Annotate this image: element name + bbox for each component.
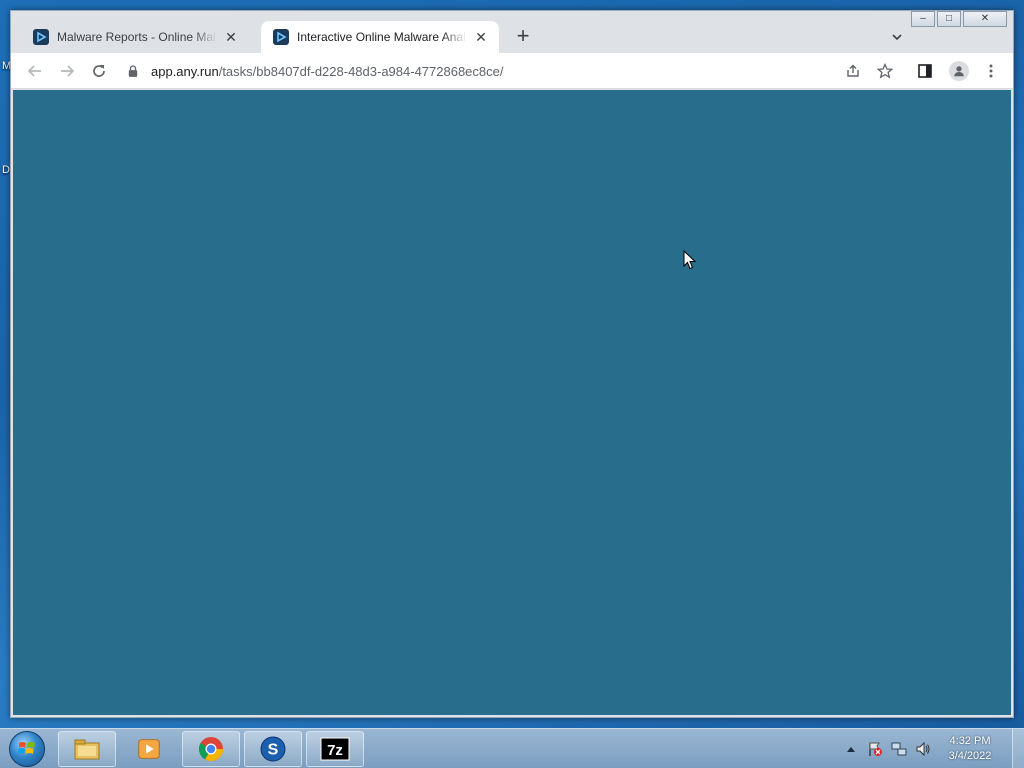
window-controls: – □ ✕: [909, 11, 1007, 29]
new-tab-button[interactable]: +: [511, 25, 535, 49]
maximize-button[interactable]: □: [937, 11, 961, 27]
tab-interactive-sandbox[interactable]: Interactive Online Malware Analysis Sand…: [261, 21, 499, 53]
clock-date: 3/4/2022: [948, 750, 992, 762]
desktop-icon-label: D: [2, 164, 10, 176]
tab-title: Malware Reports - Online Malware Analysi…: [57, 30, 217, 44]
show-hidden-icons-icon[interactable]: [842, 740, 860, 758]
taskbar: S 7z 4:32 PM 3/4/2022: [0, 728, 1024, 768]
close-icon[interactable]: ✕: [223, 29, 239, 45]
tab-strip: Malware Reports - Online Malware Analysi…: [11, 11, 1013, 53]
start-button[interactable]: [4, 729, 50, 768]
media-player-button[interactable]: [120, 731, 178, 767]
skype-icon: S: [260, 736, 286, 762]
mouse-cursor-icon: [683, 250, 697, 270]
7zip-button[interactable]: 7z: [306, 731, 364, 767]
tab-malware-reports[interactable]: Malware Reports - Online Malware Analysi…: [11, 21, 249, 53]
url-host: app.any.run: [151, 63, 219, 79]
network-icon[interactable]: [890, 740, 908, 758]
side-panel-icon[interactable]: [913, 59, 937, 83]
browser-toolbar: app.any.run/tasks/bb8407df-d228-48d3-a98…: [11, 53, 1013, 89]
file-explorer-icon: [74, 739, 100, 760]
profile-avatar-icon[interactable]: [949, 61, 969, 81]
anyrun-logo-icon: [273, 29, 289, 45]
browser-window: Malware Reports - Online Malware Analysi…: [10, 10, 1014, 718]
lock-icon: [125, 63, 141, 79]
file-explorer-button[interactable]: [58, 731, 116, 767]
svg-text:7z: 7z: [327, 742, 343, 759]
anyrun-logo-icon: [33, 29, 49, 45]
skype-button[interactable]: S: [244, 731, 302, 767]
tab-title: Interactive Online Malware Analysis Sand…: [297, 30, 467, 44]
action-center-flag-icon[interactable]: [866, 740, 884, 758]
chrome-button[interactable]: [182, 731, 240, 767]
close-icon[interactable]: ✕: [473, 29, 489, 45]
page-viewport[interactable]: [13, 90, 1011, 715]
svg-text:S: S: [268, 742, 279, 759]
chevron-down-icon[interactable]: [887, 27, 907, 47]
7zip-icon: 7z: [320, 737, 350, 761]
media-player-icon: [138, 739, 160, 759]
kebab-menu-icon[interactable]: [979, 59, 1003, 83]
reload-icon[interactable]: [87, 59, 111, 83]
back-arrow-icon[interactable]: [23, 59, 47, 83]
share-icon[interactable]: [841, 59, 865, 83]
forward-arrow-icon[interactable]: [55, 59, 79, 83]
bookmark-star-icon[interactable]: [873, 59, 897, 83]
close-window-button[interactable]: ✕: [963, 11, 1007, 27]
address-bar[interactable]: app.any.run/tasks/bb8407df-d228-48d3-a98…: [125, 57, 899, 85]
volume-icon[interactable]: [914, 740, 932, 758]
system-tray: 4:32 PM 3/4/2022: [842, 729, 1024, 768]
windows-logo-icon: [9, 731, 45, 767]
url-path: /tasks/bb8407df-d228-48d3-a984-4772868ec…: [218, 63, 504, 79]
show-desktop-button[interactable]: [1012, 729, 1024, 768]
minimize-button[interactable]: –: [911, 11, 935, 27]
clock-time: 4:32 PM: [949, 735, 991, 747]
clock[interactable]: 4:32 PM 3/4/2022: [938, 734, 1002, 764]
chrome-icon: [198, 737, 223, 762]
